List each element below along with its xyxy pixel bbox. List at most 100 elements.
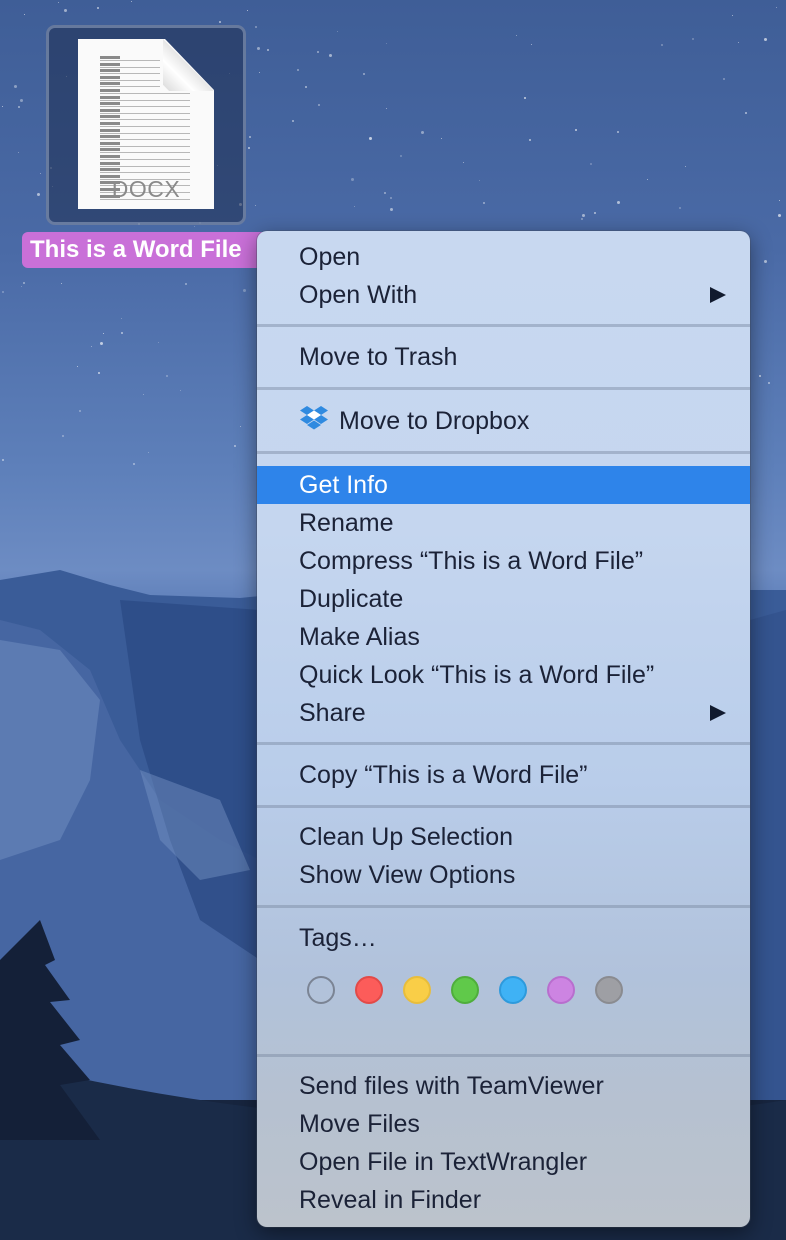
doc-text-snippet: [100, 168, 120, 172]
menu-separator: [257, 905, 750, 908]
menu-item-move-to-dropbox[interactable]: Move to Dropbox: [257, 402, 750, 440]
menu-item-label: Duplicate: [299, 585, 404, 613]
star-dot: [483, 202, 485, 204]
star-dot: [255, 26, 257, 28]
star-dot: [732, 15, 733, 16]
star-dot: [18, 152, 19, 153]
menu-item-label: Get Info: [299, 471, 388, 499]
star-dot: [738, 42, 739, 43]
star-dot: [240, 426, 241, 427]
menu-separator: [257, 387, 750, 390]
doc-text-snippet: [100, 148, 120, 152]
menu-item-make-alias[interactable]: Make Alias: [257, 618, 750, 656]
menu-item-share[interactable]: Share: [257, 694, 750, 732]
doc-text-snippet: [100, 56, 120, 59]
menu-item-label: Open: [299, 243, 361, 271]
star-dot: [524, 97, 526, 99]
tag-green[interactable]: [451, 976, 479, 1004]
star-dot: [267, 49, 269, 51]
doc-text-snippet: [100, 141, 120, 145]
doc-rule-line: [100, 172, 190, 174]
star-dot: [2, 291, 4, 293]
tag-yellow[interactable]: [403, 976, 431, 1004]
doc-rule-line: [100, 119, 190, 121]
star-dot: [386, 43, 387, 44]
star-dot: [575, 129, 577, 131]
star-dot: [337, 31, 338, 32]
star-dot: [692, 38, 694, 40]
doc-text-snippet: [100, 161, 120, 165]
file-name-label[interactable]: This is a Word File: [22, 232, 267, 268]
star-dot: [185, 283, 187, 285]
star-dot: [292, 120, 294, 122]
star-dot: [329, 54, 332, 57]
tag-blue[interactable]: [499, 976, 527, 1004]
star-dot: [582, 214, 585, 217]
menu-item-open[interactable]: Open: [257, 238, 750, 276]
tag-purple[interactable]: [547, 976, 575, 1004]
tag-gray[interactable]: [595, 976, 623, 1004]
doc-text-snippet: [100, 62, 120, 66]
menu-item-get-info[interactable]: Get Info: [257, 466, 750, 504]
star-dot: [180, 390, 181, 391]
doc-text-snippet: [100, 75, 120, 79]
star-dot: [257, 47, 260, 50]
doc-text-snippet: [100, 102, 120, 106]
menu-item-open-in-textwrangler[interactable]: Open File in TextWrangler: [257, 1143, 750, 1181]
star-dot: [143, 394, 144, 395]
star-dot: [58, 2, 59, 3]
menu-item-rename[interactable]: Rename: [257, 504, 750, 542]
menu-item-label: Move to Dropbox: [339, 407, 530, 435]
star-dot: [23, 282, 25, 284]
star-dot: [121, 332, 123, 334]
tag-none[interactable]: [307, 976, 335, 1004]
star-dot: [297, 69, 299, 71]
doc-rule-line: [100, 165, 190, 167]
menu-item-move-files[interactable]: Move Files: [257, 1105, 750, 1143]
menu-item-quick-look[interactable]: Quick Look “This is a Word File”: [257, 656, 750, 694]
star-dot: [778, 214, 781, 217]
star-dot: [243, 289, 246, 292]
menu-item-show-view-options[interactable]: Show View Options: [257, 856, 750, 894]
star-dot: [529, 139, 531, 141]
star-dot: [255, 205, 256, 206]
star-dot: [37, 193, 40, 196]
star-dot: [354, 206, 355, 207]
star-dot: [531, 44, 532, 45]
star-dot: [390, 197, 392, 199]
doc-text-snippet: [100, 135, 120, 139]
star-dot: [594, 212, 596, 214]
tag-red[interactable]: [355, 976, 383, 1004]
menu-item-reveal-in-finder[interactable]: Reveal in Finder: [257, 1181, 750, 1219]
menu-item-copy[interactable]: Copy “This is a Word File”: [257, 756, 750, 794]
doc-rule-line: [100, 79, 160, 81]
menu-item-label: Open File in TextWrangler: [299, 1148, 588, 1176]
star-dot: [390, 208, 393, 211]
menu-item-compress[interactable]: Compress “This is a Word File”: [257, 542, 750, 580]
star-dot: [234, 445, 236, 447]
star-dot: [386, 108, 387, 109]
doc-rule-line: [100, 73, 160, 75]
doc-text-snippet: [100, 108, 120, 112]
menu-item-move-to-trash[interactable]: Move to Trash: [257, 338, 750, 376]
doc-rule-line: [100, 126, 190, 127]
doc-text-snippet: [100, 115, 120, 119]
star-dot: [661, 44, 663, 46]
menu-item-send-files-teamviewer[interactable]: Send files with TeamViewer: [257, 1067, 750, 1105]
menu-item-duplicate[interactable]: Duplicate: [257, 580, 750, 618]
star-dot: [131, 1, 132, 2]
menu-item-tags[interactable]: Tags…: [257, 919, 750, 957]
star-dot: [305, 86, 307, 88]
menu-separator: [257, 742, 750, 745]
star-dot: [647, 179, 648, 180]
star-dot: [685, 166, 686, 167]
menu-item-label: Share: [299, 699, 366, 727]
doc-rule-line: [100, 152, 190, 154]
star-dot: [247, 10, 248, 11]
file-extension-label: DOCX: [111, 176, 181, 202]
star-dot: [617, 131, 619, 133]
star-dot: [219, 21, 221, 23]
menu-item-open-with[interactable]: Open With: [257, 276, 750, 314]
menu-item-clean-up-selection[interactable]: Clean Up Selection: [257, 818, 750, 856]
star-dot: [400, 155, 402, 157]
